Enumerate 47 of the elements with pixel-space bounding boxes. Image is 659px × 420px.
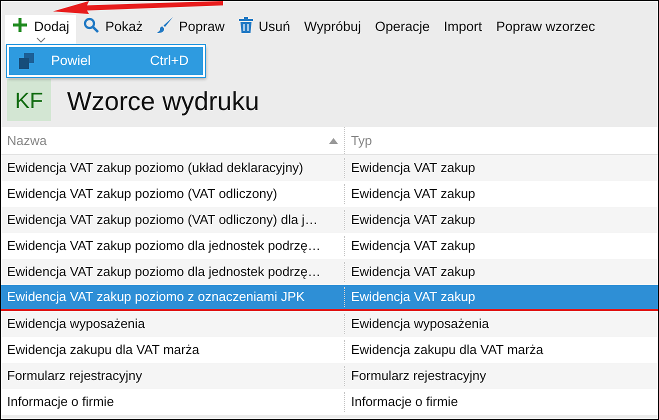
table-cell: Ewidencja VAT zakup poziomo (układ deklaracyjny) xyxy=(7,160,304,176)
table-row[interactable]: Formularz rejestracyjny Formularz rejestracyjny xyxy=(1,363,658,389)
table-row[interactable]: Ewidencja wyposażenia Ewidencja wyposażenia xyxy=(1,311,658,337)
table-cell: Ewidencja VAT zakup xyxy=(351,238,476,254)
table-row[interactable]: Ewidencja VAT zakup poziomo (układ deklaracyjny) Ewidencja VAT zakup xyxy=(1,155,658,181)
page-title: Wzorce wydruku xyxy=(67,85,260,118)
table-row[interactable]: Informacje o firmie Informacje o firmie xyxy=(1,389,658,415)
table-row[interactable]: Ewidencja VAT zakup poziomo (VAT odliczony) dla j… Ewidencja VAT zakup xyxy=(1,207,658,233)
column-header[interactable]: Typ xyxy=(345,127,658,154)
table-cell: Ewidencja VAT zakup xyxy=(351,160,476,176)
toolbar-button[interactable]: Wypróbuj xyxy=(297,15,368,45)
table-cell: Ewidencja VAT zakup xyxy=(351,289,476,304)
table-cell: Ewidencja VAT zakup poziomo dla jednostek podrzę… xyxy=(7,238,321,254)
toolbar-button[interactable]: Pokaż xyxy=(76,15,150,45)
toolbar-button[interactable]: Popraw wzorzec xyxy=(489,15,602,45)
table-cell: Ewidencja zakupu dla VAT marża xyxy=(351,342,544,358)
toolbar-button[interactable]: Usuń xyxy=(232,15,298,45)
table-cell: Formularz rejestracyjny xyxy=(351,368,486,384)
column-header[interactable]: Nazwa xyxy=(1,127,345,154)
table-cell: Ewidencja VAT zakup poziomo dla jednostek podrzę… xyxy=(7,264,321,280)
plus-icon xyxy=(12,17,28,33)
toolbar-button[interactable]: Import xyxy=(436,15,490,45)
table-cell: Ewidencja VAT zakup poziomo (VAT odliczony) dla j… xyxy=(7,212,318,228)
table-cell: Ewidencja VAT zakup poziomo z oznaczeniami JPK xyxy=(7,289,305,304)
table-cell: Ewidencja VAT zakup xyxy=(351,186,476,202)
table-cell: Ewidencja VAT zakup poziomo (VAT odliczony) xyxy=(7,186,278,202)
table-row[interactable]: Ewidencja VAT zakup poziomo (VAT odliczony) Ewidencja VAT zakup xyxy=(1,181,658,207)
table-cell: Ewidencja wyposażenia xyxy=(7,316,146,332)
table-cell: Ewidencja VAT zakup xyxy=(351,264,476,280)
table-cell: Informacje o firmie xyxy=(351,394,458,410)
copy-icon xyxy=(17,52,37,70)
search-icon xyxy=(83,17,100,33)
trash-icon xyxy=(238,17,253,33)
table-cell: Ewidencja zakupu dla VAT marża xyxy=(7,342,200,358)
table-row[interactable]: Ewidencja VAT zakup poziomo dla jednostek podrzę… Ewidencja VAT zakup xyxy=(1,259,658,285)
table-row[interactable]: Ewidencja zakupu dla VAT marża Ewidencja zakupu dla VAT marża xyxy=(1,337,658,363)
table-cell: Formularz rejestracyjny xyxy=(7,368,142,384)
caret-icon xyxy=(36,37,46,43)
toolbar-button[interactable]: Operacje xyxy=(368,15,437,45)
table-cell: Ewidencja wyposażenia xyxy=(351,316,490,332)
toolbar-button[interactable]: Popraw xyxy=(150,15,232,45)
logo: KF xyxy=(7,79,51,121)
table-row[interactable]: Ewidencja VAT zakup poziomo dla jednostek podrzę… Ewidencja VAT zakup xyxy=(1,233,658,259)
table-cell: Ewidencja VAT zakup xyxy=(351,212,476,228)
table-cell: Informacje o firmie xyxy=(7,394,114,410)
brush-icon xyxy=(156,17,173,33)
toolbar-button[interactable]: Dodaj xyxy=(5,15,76,45)
